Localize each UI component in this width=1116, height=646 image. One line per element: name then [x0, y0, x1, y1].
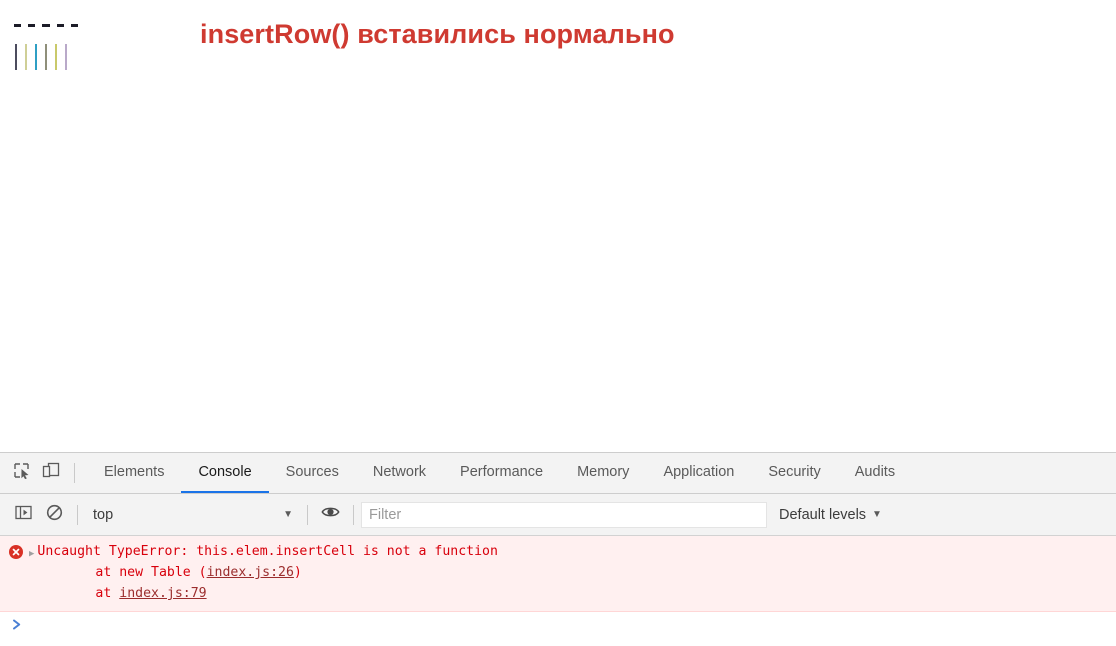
clear-console-icon	[46, 504, 63, 526]
console-output: ▶ Uncaught TypeError: this.elem.insertCe…	[0, 536, 1116, 646]
console-error-message[interactable]: ▶ Uncaught TypeError: this.elem.insertCe…	[0, 536, 1116, 612]
error-headline: Uncaught TypeError: this.elem.insertCell…	[37, 544, 498, 559]
chevron-down-icon: ▼	[872, 508, 882, 520]
console-filter-input[interactable]	[361, 501, 767, 528]
tab-label: Elements	[104, 464, 165, 480]
toolbar-divider	[353, 504, 354, 525]
tab-elements[interactable]: Elements	[87, 453, 181, 493]
console-prompt-row[interactable]	[0, 612, 1116, 640]
toolbar-divider	[307, 504, 308, 525]
tab-memory[interactable]: Memory	[560, 453, 646, 493]
table-cell-dash	[56, 23, 64, 27]
generated-table	[14, 18, 79, 70]
log-levels-select[interactable]: Default levels ▼	[779, 507, 882, 523]
device-toolbar-button[interactable]	[36, 453, 66, 493]
stack-frame-prefix: at	[95, 586, 120, 601]
tab-label: Network	[372, 464, 427, 480]
table-cell-dash	[70, 23, 79, 27]
inspect-element-button[interactable]	[6, 453, 36, 493]
tab-label: Audits	[854, 464, 896, 480]
tab-console[interactable]: Console	[181, 453, 269, 493]
clear-console-button[interactable]	[39, 499, 70, 530]
tab-audits[interactable]: Audits	[838, 453, 912, 493]
toolbar-divider	[74, 463, 75, 483]
device-toolbar-icon	[42, 462, 60, 484]
inspect-element-icon	[13, 462, 30, 484]
table-cell-bar	[25, 44, 27, 70]
tab-security[interactable]: Security	[751, 453, 837, 493]
tab-sources[interactable]: Sources	[269, 453, 356, 493]
devtools-tab-list: Elements Console Sources Network Perform…	[87, 453, 912, 493]
console-toolbar: top ▼ Default levels ▼	[0, 494, 1116, 536]
page-title: insertRow() вставились нормально	[200, 19, 675, 49]
error-message-body: Uncaught TypeError: this.elem.insertCell…	[37, 541, 1116, 604]
error-circle-icon	[9, 545, 23, 559]
table-cell-dash	[14, 23, 22, 27]
table-cell-bar	[45, 44, 47, 70]
tab-label: Security	[768, 464, 821, 480]
console-sidebar-toggle-button[interactable]	[8, 499, 39, 530]
tab-label: Console	[198, 464, 252, 480]
table-cell-dash	[42, 23, 50, 27]
expand-message-arrow[interactable]: ▶	[29, 545, 34, 564]
tab-performance[interactable]: Performance	[443, 453, 560, 493]
table-cell-dash	[28, 23, 36, 27]
stack-frame: at new Table (index.js:26)	[37, 562, 1116, 583]
execution-context-select[interactable]: top ▼	[85, 502, 300, 528]
tab-label: Performance	[460, 464, 544, 480]
tab-application[interactable]: Application	[646, 453, 751, 493]
table-cell-bar	[55, 44, 57, 70]
table-body-bars	[14, 44, 78, 70]
toolbar-divider	[77, 504, 78, 525]
tab-label: Application	[663, 464, 735, 480]
live-expression-button[interactable]	[315, 499, 346, 530]
table-cell-bar	[15, 44, 17, 70]
page-viewport: insertRow() вставились нормально	[0, 0, 1116, 452]
console-sidebar-icon	[15, 505, 32, 525]
devtools-tabbar: Elements Console Sources Network Perform…	[0, 453, 1116, 494]
log-levels-label: Default levels	[779, 506, 867, 523]
tab-label: Memory	[577, 464, 630, 480]
stack-frame-link[interactable]: index.js:79	[119, 586, 206, 601]
table-cell-bar	[35, 44, 37, 70]
chevron-down-icon: ▼	[283, 508, 293, 520]
stack-frame-suffix: )	[293, 565, 302, 580]
table-cell-bar	[65, 44, 67, 70]
prompt-chevron-icon	[12, 617, 23, 635]
tab-label: Sources	[285, 464, 339, 480]
table-header-row	[14, 18, 79, 32]
stack-frame-prefix: at new Table (	[95, 565, 207, 580]
live-expression-eye-icon	[321, 505, 340, 524]
tab-network[interactable]: Network	[356, 453, 443, 493]
page-content: insertRow() вставились нормально	[0, 0, 1116, 452]
execution-context-value: top	[93, 506, 114, 523]
stack-frame: at index.js:79	[37, 583, 1116, 604]
devtools-panel: Elements Console Sources Network Perform…	[0, 452, 1116, 646]
stack-frame-link[interactable]: index.js:26	[207, 565, 294, 580]
